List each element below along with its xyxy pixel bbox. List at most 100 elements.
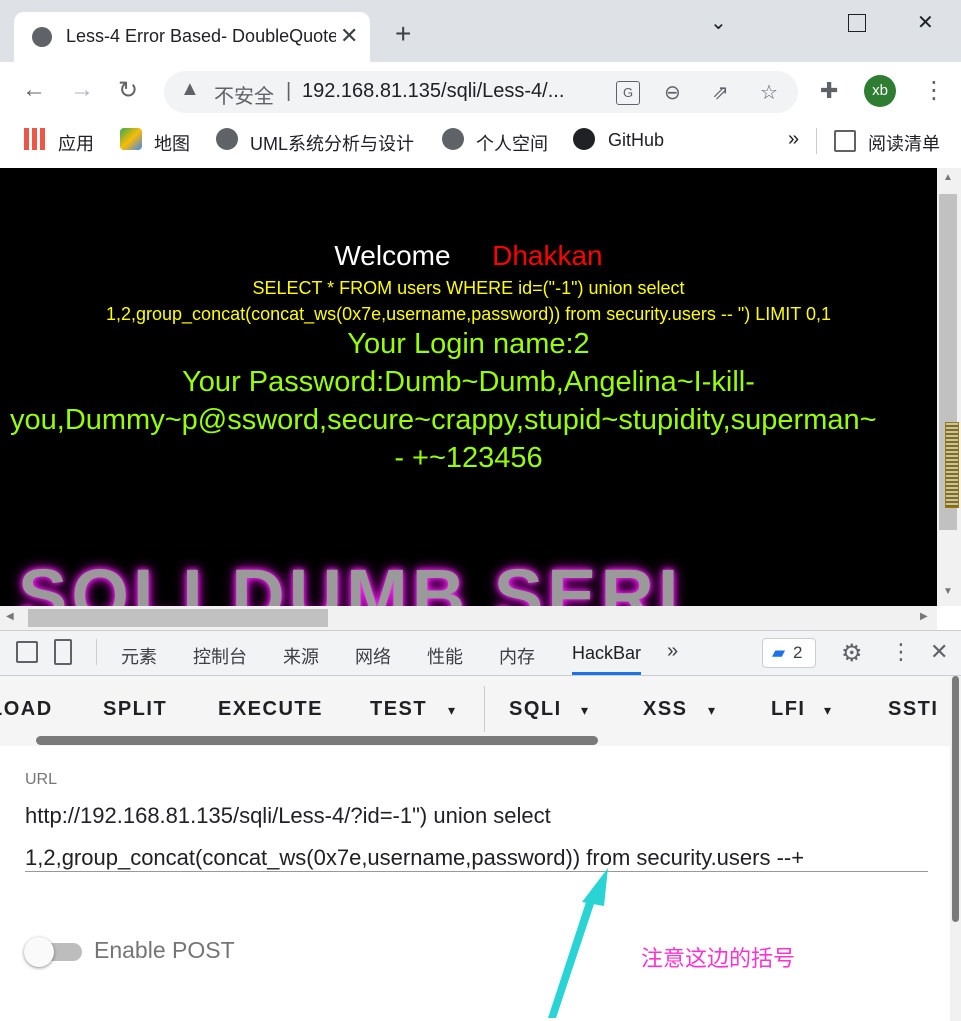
scroll-thumb[interactable]: [952, 676, 959, 922]
apps-grid-icon: [24, 128, 46, 150]
toggle-knob[interactable]: [24, 937, 54, 967]
url-text[interactable]: 192.168.81.135/sqli/Less-4/...: [302, 80, 564, 103]
tab-strip: Less-4 Error Based- DoubleQuotes ✕ + ⌄ ✕: [0, 0, 961, 62]
url-field-underline: [25, 871, 928, 872]
browser-toolbar: ← → ↻ ▲ 不安全 | 192.168.81.135/sqli/Less-4…: [0, 62, 961, 120]
message-icon: ▰: [772, 643, 786, 662]
hackbar-vertical-scrollbar[interactable]: [950, 676, 961, 1021]
tab-memory[interactable]: 内存: [499, 643, 535, 669]
maps-pin-icon: [120, 128, 142, 150]
devtools-tabbar: 元素 控制台 来源 网络 性能 内存 HackBar » ▰ 2 ⚙ ⋮ ✕: [0, 630, 961, 676]
devtools-menu-icon[interactable]: ⋮: [890, 639, 912, 665]
share-icon[interactable]: ⇗: [712, 80, 729, 105]
tab-sources[interactable]: 来源: [283, 643, 319, 669]
page-horizontal-scrollbar[interactable]: ◀ ▶: [0, 606, 937, 630]
enable-post-label: Enable POST: [94, 937, 235, 963]
tab-performance[interactable]: 性能: [427, 643, 463, 669]
ssti-button[interactable]: SSTI: [888, 698, 938, 721]
annotation-note: 注意这边的括号: [641, 946, 796, 971]
scroll-thumb[interactable]: [28, 609, 328, 627]
query-line-2: 1,2,group_concat(concat_ws(0x7e,username…: [105, 304, 831, 324]
extensions-icon[interactable]: ✚: [820, 78, 838, 104]
split-button[interactable]: SPLIT: [103, 698, 167, 721]
password-line-2: you,Dummy~p@ssword,secure~crappy,stupid~…: [10, 404, 877, 436]
scroll-thumb[interactable]: [939, 194, 959, 530]
address-bar[interactable]: ▲ 不安全 | 192.168.81.135/sqli/Less-4/... G…: [164, 71, 798, 113]
query-line-1: SELECT * FROM users WHERE id=("-1") unio…: [252, 278, 685, 298]
chevron-down-icon[interactable]: ▾: [448, 702, 457, 719]
hackbar-scrollbar[interactable]: [36, 736, 598, 745]
welcome-text: Welcome: [334, 240, 451, 271]
star-icon[interactable]: ☆: [760, 80, 778, 105]
avatar[interactable]: xb: [864, 75, 896, 107]
load-button[interactable]: LOAD: [0, 698, 53, 721]
xss-button[interactable]: XSS: [643, 698, 688, 721]
reload-button[interactable]: ↻: [118, 76, 138, 105]
reading-list-icon: [834, 130, 856, 152]
hackbar-toolbar: LOAD SPLIT EXECUTE TEST ▾ SQLI ▾ XSS ▾ L…: [0, 676, 950, 746]
scroll-right-icon[interactable]: ▶: [920, 611, 928, 622]
bookmark-uml[interactable]: UML系统分析与设计: [250, 130, 414, 156]
scroll-up-icon[interactable]: ▲: [943, 172, 953, 183]
login-name: Your Login name:2: [347, 328, 590, 360]
bookmark-maps[interactable]: 地图: [154, 130, 190, 156]
bookmark-github[interactable]: GitHub: [608, 130, 664, 151]
page-vertical-scrollbar[interactable]: ▲ ▼: [937, 168, 961, 606]
password-line-3: - +~123456: [394, 442, 543, 474]
window-close-button[interactable]: ✕: [917, 10, 934, 35]
tab-title: Less-4 Error Based- DoubleQuotes: [66, 26, 336, 46]
close-icon[interactable]: ✕: [340, 23, 358, 49]
security-label: 不安全: [214, 86, 274, 108]
forward-button[interactable]: →: [70, 76, 94, 104]
globe-icon: [32, 27, 52, 47]
chevron-down-icon[interactable]: ⌄: [710, 10, 727, 35]
tabs-overflow[interactable]: »: [667, 640, 678, 663]
warning-icon: ▲: [180, 78, 200, 100]
arrow-head: [582, 868, 608, 906]
user-name: Dhakkan: [492, 240, 603, 271]
messages-badge[interactable]: ▰ 2: [762, 638, 816, 668]
inspect-icon[interactable]: [16, 641, 38, 663]
menu-icon[interactable]: ⋮: [922, 76, 946, 105]
scroll-down-icon[interactable]: ▼: [943, 586, 953, 597]
bookmark-space[interactable]: 个人空间: [476, 130, 548, 156]
arrow-shaft: [548, 896, 596, 1018]
url-field-label: URL: [25, 771, 58, 788]
sqli-banner: SQLI DUMB SERI: [18, 554, 683, 606]
scroll-grip: [945, 422, 959, 508]
back-button[interactable]: ←: [22, 76, 46, 104]
tab-hackbar[interactable]: HackBar: [572, 643, 642, 675]
translate-icon[interactable]: G: [616, 81, 640, 105]
test-button[interactable]: TEST: [370, 698, 427, 721]
globe-icon: [216, 128, 238, 150]
browser-tab[interactable]: Less-4 Error Based- DoubleQuotes ✕: [14, 12, 370, 62]
bookmarks-bar: 应用 地图 UML系统分析与设计 个人空间 GitHub » 阅读清单: [0, 120, 961, 164]
divider: [96, 639, 97, 665]
divider: [484, 686, 485, 732]
zoom-icon[interactable]: ⊖: [664, 80, 681, 105]
url-separator: |: [286, 80, 292, 102]
new-tab-button[interactable]: +: [395, 20, 411, 48]
tab-elements[interactable]: 元素: [121, 643, 157, 669]
devtools-close-icon[interactable]: ✕: [930, 639, 948, 665]
gear-icon[interactable]: ⚙: [841, 639, 863, 668]
device-toggle-icon[interactable]: [54, 639, 72, 665]
chevron-down-icon[interactable]: ▾: [581, 702, 590, 719]
execute-button[interactable]: EXECUTE: [218, 698, 323, 721]
page-content: Welcome Dhakkan SELECT * FROM users WHER…: [0, 168, 937, 606]
sqli-button[interactable]: SQLI: [509, 698, 562, 721]
scroll-left-icon[interactable]: ◀: [6, 611, 14, 622]
github-icon: [573, 128, 595, 150]
message-count: 2: [793, 643, 803, 662]
lfi-button[interactable]: LFI: [771, 698, 806, 721]
tab-console[interactable]: 控制台: [193, 643, 247, 669]
tab-network[interactable]: 网络: [355, 643, 391, 669]
chevron-down-icon[interactable]: ▾: [824, 702, 833, 719]
bookmarks-overflow[interactable]: »: [788, 128, 799, 151]
reading-list[interactable]: 阅读清单: [868, 130, 940, 156]
bookmark-apps[interactable]: 应用: [58, 130, 94, 156]
password-line-1: Your Password:Dumb~Dumb,Angelina~I-kill-: [182, 366, 755, 398]
maximize-button[interactable]: [848, 14, 866, 32]
url-field[interactable]: http://192.168.81.135/sqli/Less-4/?id=-1…: [25, 795, 930, 879]
chevron-down-icon[interactable]: ▾: [708, 702, 717, 719]
